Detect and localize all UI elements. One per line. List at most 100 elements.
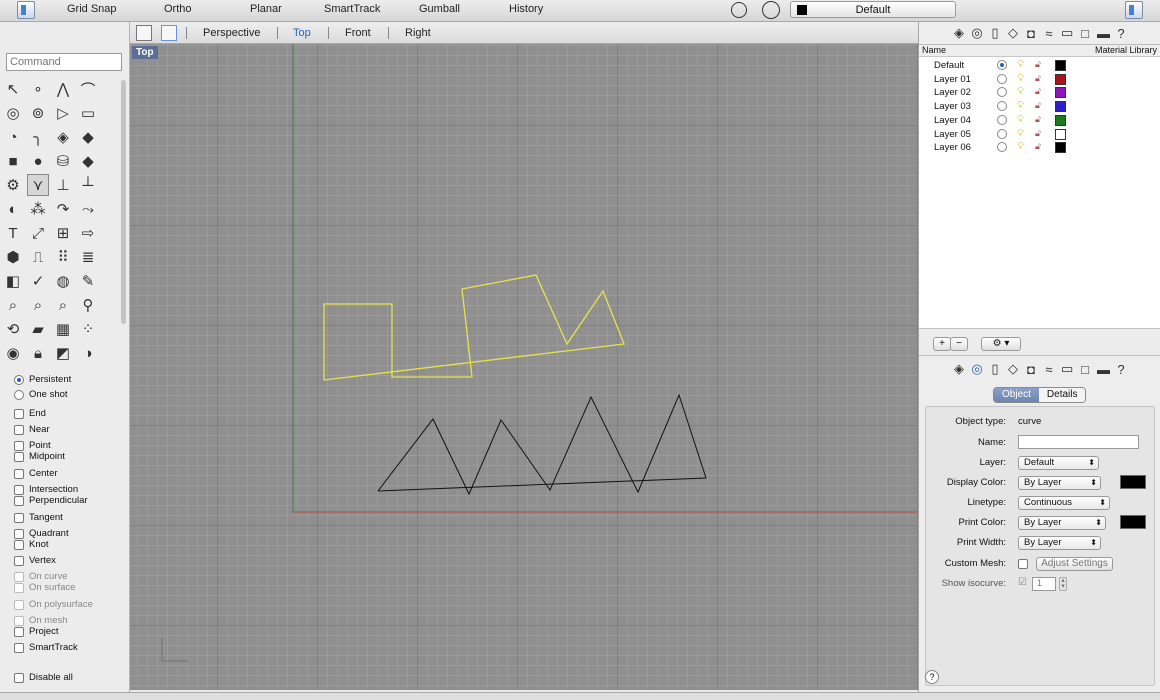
isocurve-stepper-icon[interactable]: ▴ ▾: [1059, 577, 1067, 591]
unlock-icon[interactable]: 🔓︎: [1035, 86, 1041, 97]
polygon-icon[interactable]: ▷: [52, 102, 74, 124]
tab-details[interactable]: Details: [1038, 388, 1086, 402]
display-icon[interactable]: ▬: [1097, 26, 1110, 41]
unlock-icon[interactable]: 🔓︎: [1035, 114, 1041, 125]
gumball-toggle[interactable]: Gumball: [419, 3, 460, 15]
block-icon[interactable]: ⊞: [52, 222, 74, 244]
cube-icon[interactable]: ◇: [1007, 361, 1019, 377]
display-color-swatch[interactable]: [1120, 475, 1146, 489]
checkbox[interactable]: [14, 626, 24, 637]
rotate-icon[interactable]: ↷: [52, 198, 74, 220]
viewport-title[interactable]: Top: [132, 46, 158, 59]
current-layer-radio[interactable]: [997, 142, 1007, 153]
light-icon[interactable]: ◉: [2, 342, 24, 364]
selected-polycurve[interactable]: [323, 274, 625, 381]
name-column-header[interactable]: Name: [922, 45, 946, 55]
paint-icon[interactable]: ✎: [77, 270, 99, 292]
checkbox[interactable]: [14, 468, 24, 479]
move-icon[interactable]: ⤳: [77, 198, 99, 220]
isocurve-count-field[interactable]: 1: [1032, 577, 1056, 591]
osnap-near[interactable]: Near: [14, 424, 50, 435]
zoom-icon[interactable]: ⌕: [2, 294, 24, 316]
ruler-icon[interactable]: ⎍: [27, 246, 49, 268]
cluster-icon[interactable]: ⁂: [27, 198, 49, 220]
tab-front[interactable]: Front: [345, 27, 371, 39]
name-field[interactable]: [1018, 435, 1139, 449]
plane-surface-icon[interactable]: ◆: [77, 150, 99, 172]
viewport-canvas[interactable]: [130, 44, 918, 690]
zigzag-curve[interactable]: [377, 393, 707, 496]
current-layer-radio[interactable]: [997, 60, 1007, 70]
current-layer-dropdown[interactable]: Default: [790, 1, 956, 18]
environment-icon[interactable]: ≈: [1043, 362, 1055, 377]
surface-icon[interactable]: ◈: [52, 126, 74, 148]
circle-icon[interactable]: ◎: [2, 102, 24, 124]
osnap-end[interactable]: End: [14, 408, 46, 419]
light-bulb-icon[interactable]: 💡︎: [1017, 59, 1024, 70]
four-view-layout-icon[interactable]: [136, 25, 152, 41]
rectangle-icon[interactable]: ▭: [77, 102, 99, 124]
current-layer-radio[interactable]: [997, 73, 1007, 84]
osnap-knot[interactable]: Knot: [14, 539, 49, 550]
light-bulb-icon[interactable]: 💡︎: [1017, 114, 1024, 125]
command-input[interactable]: [6, 53, 122, 71]
checkbox[interactable]: [14, 599, 24, 610]
camera-icon[interactable]: ◘: [1025, 362, 1037, 377]
planar-toggle[interactable]: Planar: [250, 3, 282, 15]
unlock-icon[interactable]: 🔓︎: [1035, 128, 1041, 139]
osnap-tangent[interactable]: Tangent: [14, 512, 63, 523]
point-icon[interactable]: ∘: [27, 78, 49, 100]
material-column-header[interactable]: Material Library: [1095, 45, 1157, 55]
layer-row[interactable]: Layer 01 💡︎ 🔓︎: [919, 73, 1160, 86]
checkbox[interactable]: [14, 615, 24, 626]
osnap-project[interactable]: Project: [14, 626, 59, 637]
arc-icon[interactable]: ◔: [2, 126, 24, 148]
rectangle-icon[interactable]: □: [1079, 26, 1091, 41]
layer-row[interactable]: Layer 06 💡︎ 🔓︎: [919, 141, 1160, 154]
osnap-intersection[interactable]: Intersection: [14, 484, 78, 495]
tool-palette-scrollbar[interactable]: [121, 80, 126, 324]
checkbox[interactable]: [14, 424, 24, 435]
document-icon[interactable]: ▯: [989, 25, 1001, 41]
osnap-vertex[interactable]: Vertex: [14, 555, 56, 566]
top-viewport[interactable]: Top: [130, 44, 918, 690]
gears-icon[interactable]: ⚙: [2, 174, 24, 196]
layer-select[interactable]: Default: [1018, 456, 1099, 470]
unlock-icon[interactable]: 🔓︎: [1035, 100, 1041, 111]
add-layer-button[interactable]: +: [933, 337, 951, 351]
analyze-icon[interactable]: ◍: [52, 270, 74, 292]
zoom-window-icon[interactable]: ⌕: [27, 294, 49, 316]
select-arrow-icon[interactable]: ↖: [2, 78, 24, 100]
linetype-select[interactable]: Continuous: [1018, 496, 1110, 510]
solid-icon[interactable]: ⬢: [2, 246, 24, 268]
array-icon[interactable]: ⠿: [52, 246, 74, 268]
checkbox[interactable]: [14, 555, 24, 566]
help-icon[interactable]: ?: [1115, 26, 1127, 41]
checkbox[interactable]: [14, 408, 24, 419]
unlock-icon[interactable]: 🔓︎: [1035, 73, 1041, 84]
polyline-icon[interactable]: ⋀: [52, 78, 74, 100]
zoom-selected-icon[interactable]: ⚲: [77, 294, 99, 316]
print-color-select[interactable]: By Layer: [1018, 516, 1106, 530]
layer-row[interactable]: Layer 03 💡︎ 🔓︎: [919, 100, 1160, 113]
curve-icon[interactable]: ⌒: [77, 78, 99, 100]
render-car-icon[interactable]: ▰: [27, 318, 49, 340]
unlock-icon[interactable]: 🔓︎: [1035, 59, 1041, 70]
osnap-center[interactable]: Center: [14, 468, 58, 479]
current-layer-radio[interactable]: [997, 128, 1007, 139]
copy-icon[interactable]: ▭: [1061, 361, 1073, 377]
material-icon[interactable]: ◩: [52, 342, 74, 364]
current-layer-radio[interactable]: [997, 114, 1007, 125]
spheres-icon[interactable]: ●: [27, 150, 49, 172]
light-bulb-icon[interactable]: 💡︎: [1017, 141, 1024, 152]
copy-icon[interactable]: ▭: [1061, 25, 1073, 41]
tab-object[interactable]: Object: [994, 388, 1039, 402]
isocurve-checkbox-icon[interactable]: ☑: [1018, 577, 1027, 588]
single-view-layout-icon[interactable]: [161, 25, 177, 41]
osnap-smarttrack[interactable]: SmartTrack: [14, 642, 78, 653]
checkbox[interactable]: [14, 642, 24, 653]
fillet-icon[interactable]: ╮: [27, 126, 49, 148]
osnap-mode-persistent[interactable]: Persistent: [14, 374, 71, 385]
layer-color-swatch[interactable]: [1055, 60, 1066, 71]
osnap-disable-all[interactable]: Disable all: [14, 672, 73, 683]
